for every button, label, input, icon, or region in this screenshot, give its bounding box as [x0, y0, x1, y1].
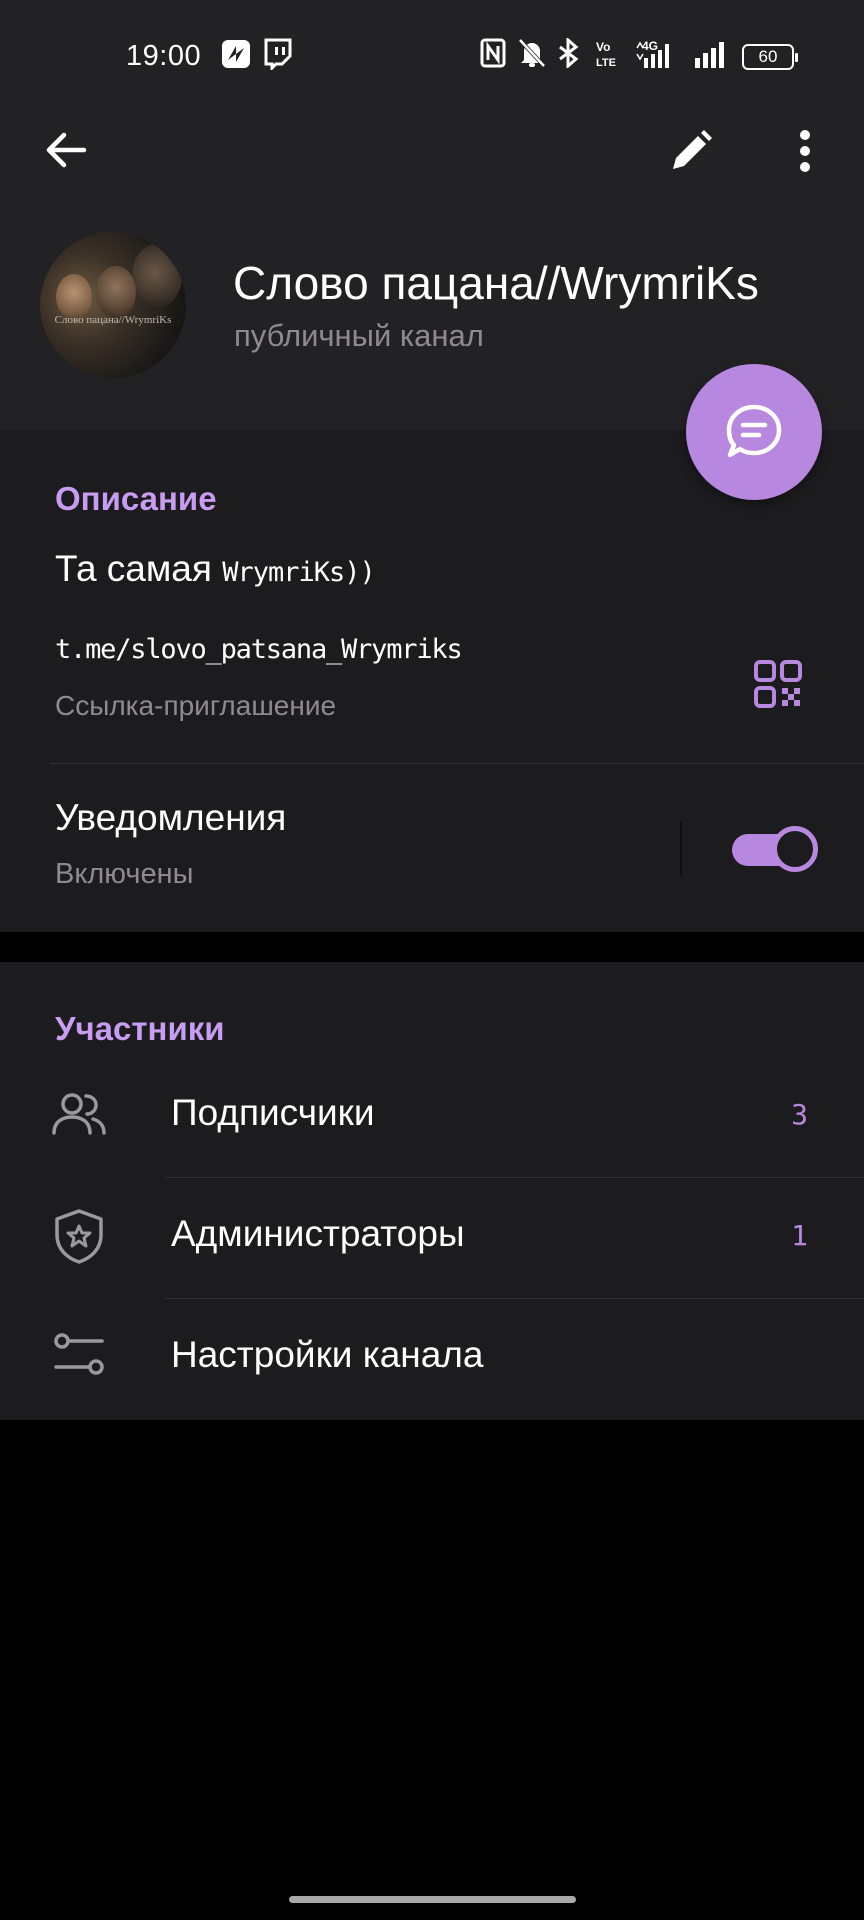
mute-icon: [518, 38, 546, 68]
svg-text:Vo: Vo: [596, 40, 610, 54]
divider: [50, 763, 864, 764]
subscribers-count: 3: [791, 1098, 808, 1131]
channel-subtitle: публичный канал: [234, 318, 484, 353]
section-gap: [0, 932, 864, 962]
administrators-label: Администраторы: [171, 1213, 465, 1254]
svg-text:LTE: LTE: [596, 57, 616, 69]
4g-icon: 4G: [636, 39, 669, 68]
back-button[interactable]: [44, 128, 88, 172]
edit-button[interactable]: [668, 128, 714, 174]
notifications-toggle[interactable]: [732, 826, 818, 872]
invite-link-caption: Ссылка-приглашение: [55, 690, 337, 721]
users-icon: [52, 1093, 106, 1135]
vertical-divider: [680, 822, 682, 876]
status-time: 19:00: [126, 40, 202, 72]
volte-icon: Vo LTE: [596, 40, 616, 69]
notifications-title[interactable]: Уведомления: [55, 797, 286, 839]
more-options-button[interactable]: [790, 128, 820, 174]
channel-description: Та самая WrymriKs)): [55, 548, 376, 590]
chat-bubble-icon: [726, 404, 782, 458]
administrators-count: 1: [791, 1219, 808, 1252]
toggle-knob: [772, 826, 818, 872]
description-section-title: Описание: [55, 480, 217, 517]
divider: [165, 1177, 864, 1178]
nfc-icon: [480, 38, 506, 68]
notifications-status: Включены: [55, 858, 194, 890]
channel-avatar[interactable]: Слово пацана//WrymriKs: [40, 232, 186, 378]
sliders-icon: [54, 1333, 104, 1375]
description-text-prefix: Та самая: [55, 548, 223, 589]
description-text-handwritten: WrymriKs)): [222, 557, 376, 588]
invite-link[interactable]: t.me/slovo_patsana_Wrymriks: [55, 634, 463, 665]
members-section-title: Участники: [55, 1010, 225, 1047]
svg-text:4G: 4G: [642, 39, 658, 53]
discussion-fab[interactable]: [686, 364, 822, 500]
channel-settings-label: Настройки канала: [171, 1334, 484, 1375]
home-indicator[interactable]: [289, 1896, 576, 1903]
battery-icon: 60: [742, 44, 798, 70]
qr-code-button[interactable]: [754, 660, 802, 708]
divider: [165, 1298, 864, 1299]
signal-icon: [695, 42, 724, 68]
shield-star-icon: [55, 1209, 103, 1264]
status-bar: 19:00 Vo LTE 4G 60: [0, 0, 864, 110]
channel-title: Слово пацана//WrymriKs: [233, 257, 759, 309]
flipboard-icon: [222, 40, 250, 68]
avatar-caption: Слово пацана//WrymriKs: [54, 314, 172, 326]
twitch-icon: [264, 38, 292, 70]
subscribers-label: Подписчики: [171, 1092, 375, 1133]
bluetooth-icon: [559, 38, 579, 68]
